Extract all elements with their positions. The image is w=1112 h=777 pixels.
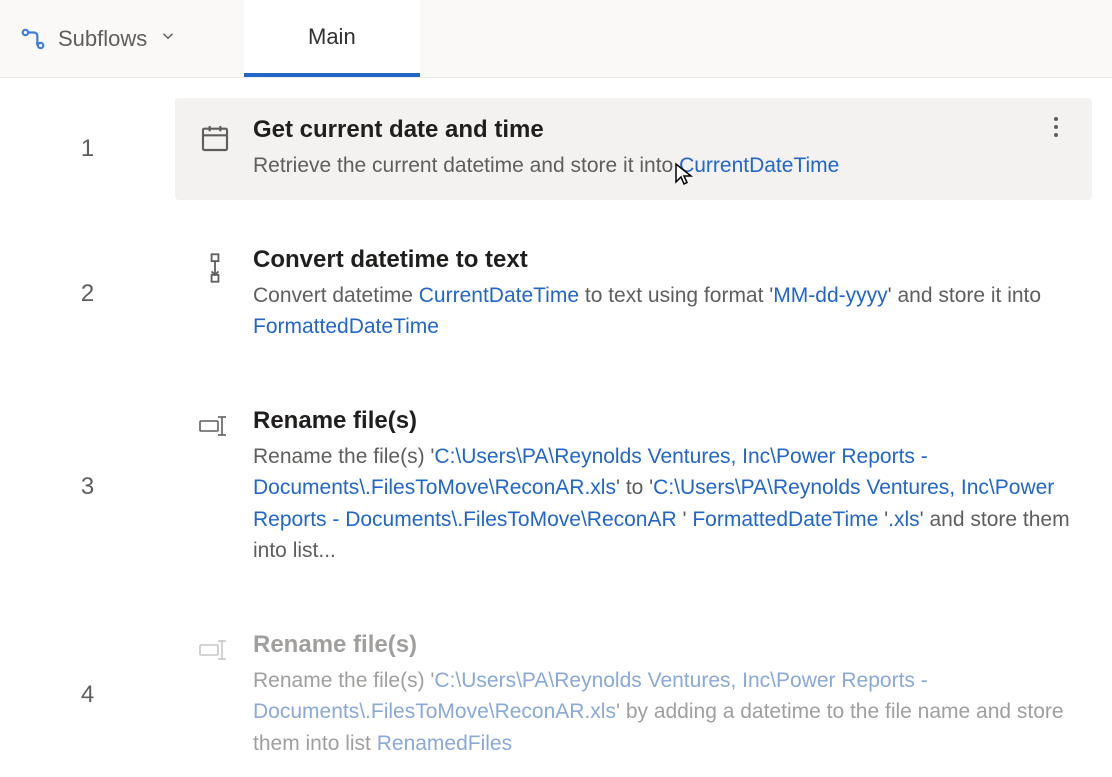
subflows-icon [20,26,46,52]
flow-steps: 1 Get current date and time Retrieve the… [0,98,1112,777]
step-get-datetime[interactable]: Get current date and time Retrieve the c… [175,98,1092,200]
step-row: 3 Rename file(s) Rename the file(s) 'C:\… [0,389,1092,585]
desc-text: Retrieve the current datetime and store … [253,154,679,177]
line-number: 2 [0,228,175,361]
desc-text: ' [878,508,888,531]
tab-label: Main [308,24,356,50]
step-body: Get current date and time Retrieve the c… [253,116,1022,182]
step-convert-datetime[interactable]: Convert datetime to text Convert datetim… [175,228,1092,361]
line-number: 1 [0,98,175,200]
desc-text: ' and store it into [888,284,1041,307]
step-row: 4 Rename file(s) Rename the file(s) 'C:\… [0,613,1092,777]
step-rename-files-disabled[interactable]: Rename file(s) Rename the file(s) 'C:\Us… [175,613,1092,777]
step-title: Rename file(s) [253,407,1070,435]
tab-main[interactable]: Main [244,0,420,77]
literal-value: MM-dd-yyyy [773,284,887,307]
step-title: Rename file(s) [253,631,1070,659]
subflows-dropdown[interactable]: Subflows [0,0,244,77]
desc-text: Rename the file(s) ' [253,669,434,692]
literal-value: .xls [888,508,920,531]
step-body: Convert datetime to text Convert datetim… [253,246,1070,343]
step-row: 1 Get current date and time Retrieve the… [0,98,1092,200]
step-description: Rename the file(s) 'C:\Users\PA\Reynolds… [253,665,1070,760]
desc-text: to text using format ' [579,284,773,307]
step-description: Retrieve the current datetime and store … [253,150,1022,182]
step-rename-files[interactable]: Rename file(s) Rename the file(s) 'C:\Us… [175,389,1092,585]
rename-file-icon [197,407,233,439]
toolbar: Subflows Main [0,0,1112,78]
text-convert-icon [197,246,233,284]
desc-text: Rename the file(s) ' [253,445,434,468]
variable-ref: CurrentDateTime [419,284,579,307]
desc-text: ' [683,508,693,531]
calendar-clock-icon [197,116,233,154]
variable-ref: FormattedDateTime [253,315,439,338]
step-description: Rename the file(s) 'C:\Users\PA\Reynolds… [253,441,1070,567]
step-row: 2 Convert datetime to text Convert datet… [0,228,1092,361]
desc-text: Convert datetime [253,284,419,307]
step-body: Rename file(s) Rename the file(s) 'C:\Us… [253,631,1070,760]
line-number: 3 [0,389,175,585]
rename-file-icon [197,631,233,663]
subflows-label: Subflows [58,26,147,52]
variable-ref: CurrentDateTime [679,154,839,177]
desc-text: ' to ' [616,476,653,499]
step-more-menu[interactable] [1042,116,1070,138]
step-title: Convert datetime to text [253,246,1070,274]
chevron-down-icon [159,27,177,50]
step-description: Convert datetime CurrentDateTime to text… [253,280,1070,343]
line-number: 4 [0,613,175,777]
variable-ref: FormattedDateTime [692,508,878,531]
variable-ref: RenamedFiles [377,732,512,755]
step-body: Rename file(s) Rename the file(s) 'C:\Us… [253,407,1070,567]
tab-bar: Main [244,0,420,77]
step-title: Get current date and time [253,116,1022,144]
